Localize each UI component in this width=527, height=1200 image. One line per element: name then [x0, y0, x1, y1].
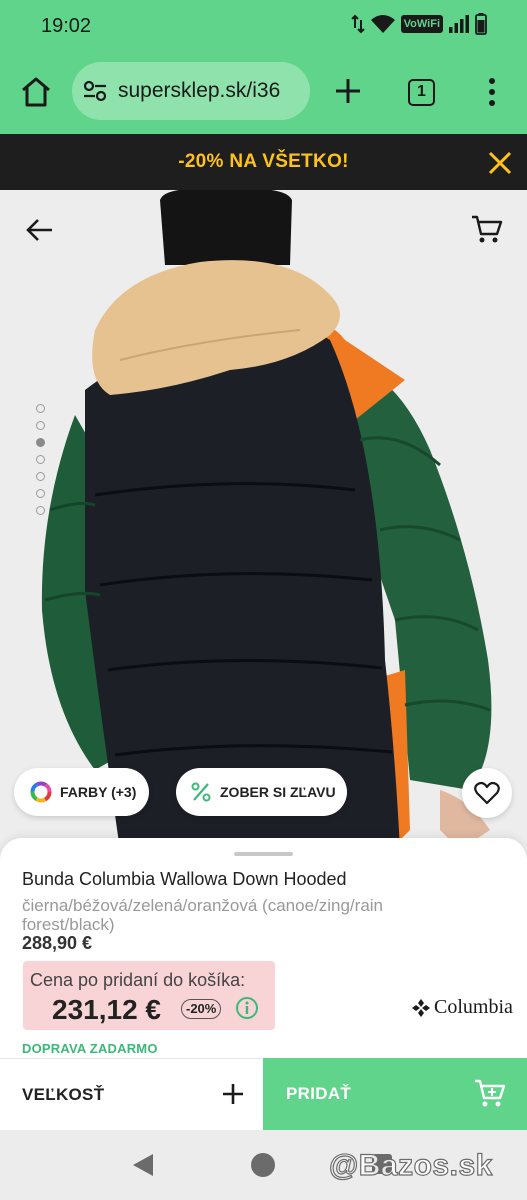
size-select-button[interactable]: VEĽKOSŤ — [0, 1058, 263, 1130]
product-image-carousel[interactable]: FARBY (+3) ZOBER SI ZĽAVU — [0, 190, 527, 850]
cart-price-box: Cena po pridaní do košíka: 231,12 € -20% — [23, 961, 275, 1030]
home-icon[interactable] — [18, 74, 54, 110]
address-bar[interactable]: supersklep.sk/i36 — [72, 62, 310, 120]
colors-chip-label: FARBY (+3) — [60, 784, 137, 800]
info-icon[interactable] — [235, 996, 259, 1020]
tab-switcher-button[interactable]: 1 — [408, 79, 435, 106]
vowifi-badge: VoWiFi — [400, 15, 443, 33]
browser-toolbar: supersklep.sk/i36 1 — [0, 52, 527, 134]
promo-text: -20% NA VŠETKO! — [178, 151, 349, 172]
carousel-dot[interactable] — [36, 472, 45, 481]
add-to-cart-button[interactable]: PRIDAŤ — [263, 1058, 527, 1130]
wifi-icon — [370, 15, 395, 33]
status-icons: VoWiFi — [350, 13, 487, 35]
product-title: Bunda Columbia Wallowa Down Hooded — [22, 869, 347, 889]
product-variant: čierna/béžová/zelená/oranžová (canoe/zin… — [22, 896, 384, 934]
close-icon[interactable] — [486, 149, 514, 177]
cart-icon[interactable] — [470, 212, 504, 246]
carousel-dot[interactable] — [36, 506, 45, 515]
product-photo — [0, 190, 527, 850]
free-shipping-label: DOPRAVA ZADARMO — [22, 1041, 158, 1056]
carousel-indicator — [36, 404, 45, 515]
back-arrow-icon[interactable] — [24, 214, 56, 246]
battery-icon — [475, 13, 487, 35]
status-time: 19:02 — [41, 15, 92, 37]
heart-icon — [474, 781, 500, 805]
data-arrows-icon — [350, 14, 365, 34]
nav-home-icon[interactable] — [251, 1153, 275, 1177]
brand-name: Columbia — [434, 996, 513, 1018]
product-info-sheet: Bunda Columbia Wallowa Down Hooded čiern… — [0, 838, 527, 1058]
nav-back-icon[interactable] — [131, 1152, 155, 1178]
add-to-cart-label: PRIDAŤ — [286, 1084, 352, 1103]
status-bar: 19:02 VoWiFi — [0, 0, 527, 52]
carousel-dot[interactable] — [36, 489, 45, 498]
discount-chip[interactable]: ZOBER SI ZĽAVU — [176, 768, 347, 816]
sheet-drag-handle[interactable] — [234, 852, 293, 856]
tune-icon[interactable] — [82, 80, 108, 102]
carousel-dot[interactable] — [36, 455, 45, 464]
colors-chip[interactable]: FARBY (+3) — [14, 768, 149, 816]
brand-logo[interactable]: Columbia — [411, 996, 513, 1019]
system-nav-bar: @Bazos.sk — [0, 1130, 527, 1200]
carousel-dot[interactable] — [36, 421, 45, 430]
watermark: @Bazos.sk — [328, 1148, 493, 1182]
carousel-dot-active[interactable] — [36, 438, 45, 447]
promo-banner: -20% NA VŠETKO! — [0, 134, 527, 190]
bottom-action-bar: VEĽKOSŤ PRIDAŤ — [0, 1058, 527, 1130]
discount-badge: -20% — [181, 999, 222, 1019]
size-label: VEĽKOSŤ — [22, 1085, 105, 1104]
product-price: 288,90 € — [22, 933, 93, 953]
cart-add-icon — [475, 1079, 506, 1107]
more-vert-icon[interactable] — [482, 76, 502, 108]
cart-price-label: Cena po pridaní do košíka: — [30, 970, 246, 990]
favorite-button[interactable] — [462, 768, 512, 818]
new-tab-plus-icon[interactable] — [333, 76, 363, 106]
cart-price-value: 231,12 € — [52, 994, 161, 1025]
signal-icon — [449, 15, 469, 33]
columbia-diamond-icon — [412, 998, 430, 1017]
carousel-dot[interactable] — [36, 404, 45, 413]
percent-icon — [191, 782, 211, 802]
url-text: supersklep.sk/i36 — [118, 79, 281, 102]
plus-icon — [223, 1084, 243, 1104]
discount-chip-label: ZOBER SI ZĽAVU — [220, 784, 336, 800]
color-wheel-icon — [30, 781, 52, 803]
